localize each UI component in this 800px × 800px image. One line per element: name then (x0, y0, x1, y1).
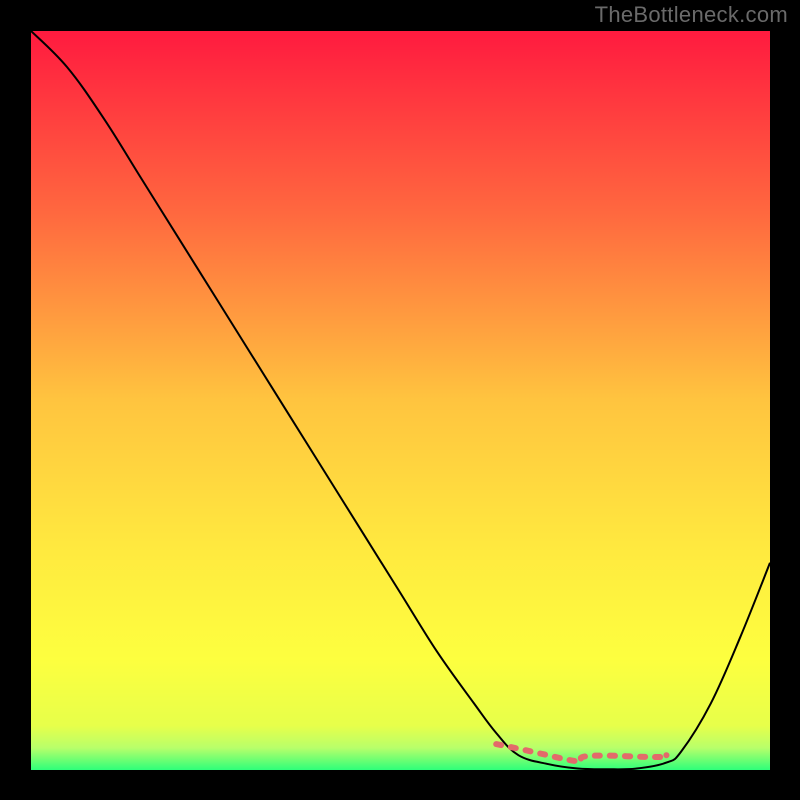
watermark-text: TheBottleneck.com (595, 2, 788, 28)
chart-container: TheBottleneck.com (0, 0, 800, 800)
plot-border (30, 30, 772, 772)
